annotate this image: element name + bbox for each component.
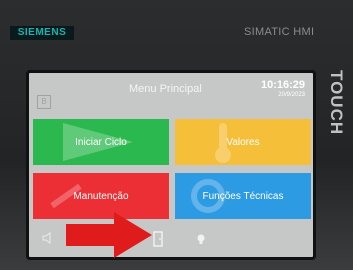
page-title: Menu Principal	[129, 83, 202, 95]
touch-label: TOUCH	[327, 70, 346, 136]
maintenance-label: Manutenção	[73, 190, 129, 202]
technical-functions-button[interactable]: Funções Técnicas	[175, 173, 311, 219]
home-icon[interactable]: B	[37, 95, 51, 109]
technical-functions-label: Funções Técnicas	[202, 190, 284, 202]
siemens-logo: SIEMENS	[10, 26, 74, 40]
model-label: SIMATIC HMI	[244, 26, 315, 38]
start-cycle-label: Iniciar Ciclo	[75, 136, 127, 148]
clock: 10:16:29 20/9/2023	[261, 79, 305, 98]
lightbulb-icon[interactable]	[193, 231, 209, 247]
start-cycle-button[interactable]: Iniciar Ciclo	[33, 119, 169, 165]
values-button[interactable]: Valores	[175, 119, 311, 165]
clock-time: 10:16:29	[260, 79, 305, 91]
speaker-icon[interactable]	[41, 231, 55, 245]
clock-date: 20/9/2023	[278, 92, 305, 98]
screen-header: B Menu Principal 10:16:29 20/9/2023	[29, 73, 313, 119]
red-arrow-icon	[66, 212, 152, 258]
values-label: Valores	[226, 136, 260, 148]
